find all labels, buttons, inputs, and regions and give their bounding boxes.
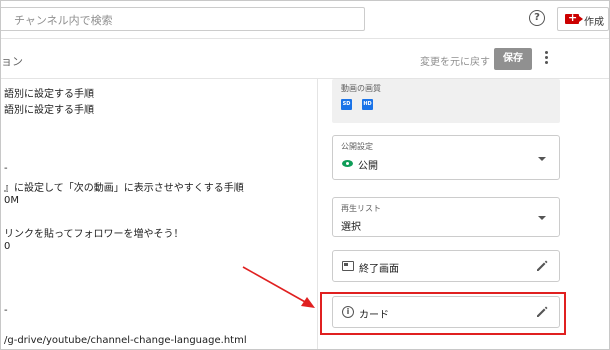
end-screen-icon [342, 261, 354, 271]
description-line: リンクを貼ってフォロワーを増やそう！ [4, 229, 184, 240]
eye-icon [342, 160, 353, 167]
studio-window: チャンネル内で検索 ? 作成 ョン 変更を元に戻す 保存 語別に設定する手順 語… [0, 0, 610, 350]
description-line: - [4, 163, 8, 174]
description-line: 0M [4, 195, 19, 206]
playlist-value: 選択 [341, 222, 361, 233]
cards-highlight-box [320, 292, 566, 335]
description-line: /g-drive/youtube/channel-change-language… [4, 335, 247, 346]
end-screen-label: 終了画面 [359, 264, 399, 275]
revert-button[interactable]: 変更を元に戻す [420, 53, 490, 68]
more-options-icon[interactable] [543, 51, 549, 67]
search-input[interactable]: チャンネル内で検索 [1, 7, 365, 31]
pencil-icon[interactable] [535, 259, 549, 273]
description-line: 語別に設定する手順 [4, 89, 94, 100]
editor-subbar: ョン 変更を元に戻す 保存 [1, 39, 609, 79]
visibility-value: 公開 [358, 161, 378, 172]
description-line: 』に設定して「次の動画」に表示させやすくする手順 [4, 183, 244, 194]
hd-badge-icon: HD [362, 99, 373, 110]
video-camera-icon [565, 11, 583, 24]
create-label: 作成 [584, 17, 604, 28]
top-bar: チャンネル内で検索 ? 作成 [1, 1, 609, 39]
chevron-down-icon [538, 157, 546, 161]
panel-divider [317, 79, 318, 349]
description-line: 0 [4, 241, 11, 252]
sd-badge-icon: SD [341, 99, 352, 110]
help-icon[interactable]: ? [529, 10, 545, 26]
visibility-select[interactable]: 公開設定 公開 [332, 135, 560, 180]
save-button[interactable]: 保存 [494, 48, 532, 70]
create-button[interactable]: 作成 [557, 7, 609, 31]
end-screen-button[interactable]: 終了画面 [332, 250, 560, 282]
description-text[interactable]: 語別に設定する手順 語別に設定する手順 - 』に設定して「次の動画」に表示させや… [1, 79, 317, 349]
description-line: 語別に設定する手順 [4, 105, 94, 116]
video-quality-panel: 動画の画質 SD HD [332, 79, 560, 123]
playlist-select[interactable]: 再生リスト 選択 [332, 197, 560, 237]
search-placeholder: チャンネル内で検索 [14, 14, 113, 27]
playlist-label: 再生リスト [341, 204, 381, 213]
description-line: - [4, 305, 8, 316]
quality-label: 動画の画質 [341, 84, 381, 93]
chevron-down-icon [538, 216, 546, 220]
page-title: ョン [1, 55, 23, 68]
visibility-label: 公開設定 [341, 142, 373, 151]
